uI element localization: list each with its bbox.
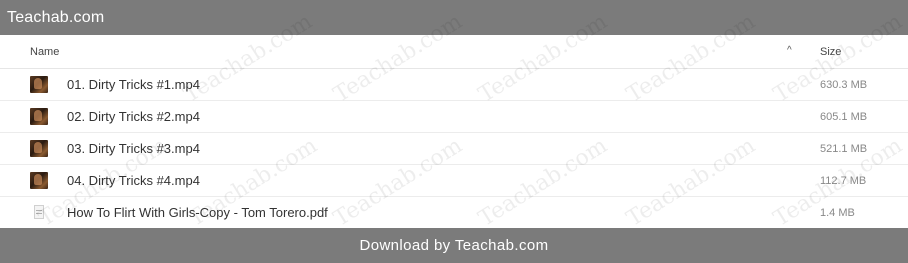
file-size: 112.7 MB <box>820 175 867 187</box>
file-row[interactable]: 02. Dirty Tricks #2.mp4 605.1 MB <box>0 101 908 133</box>
file-name[interactable]: 02. Dirty Tricks #2.mp4 <box>67 109 200 124</box>
file-size: 630.3 MB <box>820 79 868 91</box>
file-name[interactable]: 03. Dirty Tricks #3.mp4 <box>67 141 200 156</box>
file-row[interactable]: 04. Dirty Tricks #4.mp4 112.7 MB <box>0 165 908 197</box>
file-row[interactable]: 03. Dirty Tricks #3.mp4 521.1 MB <box>0 133 908 165</box>
file-size: 1.4 MB <box>820 207 855 219</box>
video-thumbnail-icon <box>30 108 48 125</box>
file-row[interactable]: How To Flirt With Girls-Copy - Tom Torer… <box>0 197 908 229</box>
video-thumbnail-icon <box>30 76 48 93</box>
file-size: 605.1 MB <box>820 111 868 123</box>
file-name[interactable]: 01. Dirty Tricks #1.mp4 <box>67 77 200 92</box>
column-header-size[interactable]: Size <box>820 46 841 58</box>
column-header-name[interactable]: Name <box>30 46 59 58</box>
video-thumbnail-icon <box>30 140 48 157</box>
site-title: Teachab.com <box>7 8 105 26</box>
download-footer[interactable]: Download by Teachab.com <box>0 228 908 263</box>
video-thumbnail-icon <box>30 172 48 189</box>
file-size: 521.1 MB <box>820 143 868 155</box>
top-bar: Teachab.com <box>0 0 908 35</box>
pdf-document-icon <box>30 204 48 221</box>
file-list: Name ^ Size 01. Dirty Tricks #1.mp4 630.… <box>0 35 908 228</box>
file-row[interactable]: 01. Dirty Tricks #1.mp4 630.3 MB <box>0 69 908 101</box>
file-name[interactable]: 04. Dirty Tricks #4.mp4 <box>67 173 200 188</box>
sort-ascending-icon[interactable]: ^ <box>787 45 792 56</box>
download-link[interactable]: Download by Teachab.com <box>359 237 548 254</box>
file-name[interactable]: How To Flirt With Girls-Copy - Tom Torer… <box>67 205 328 220</box>
file-list-header: Name ^ Size <box>0 35 908 69</box>
